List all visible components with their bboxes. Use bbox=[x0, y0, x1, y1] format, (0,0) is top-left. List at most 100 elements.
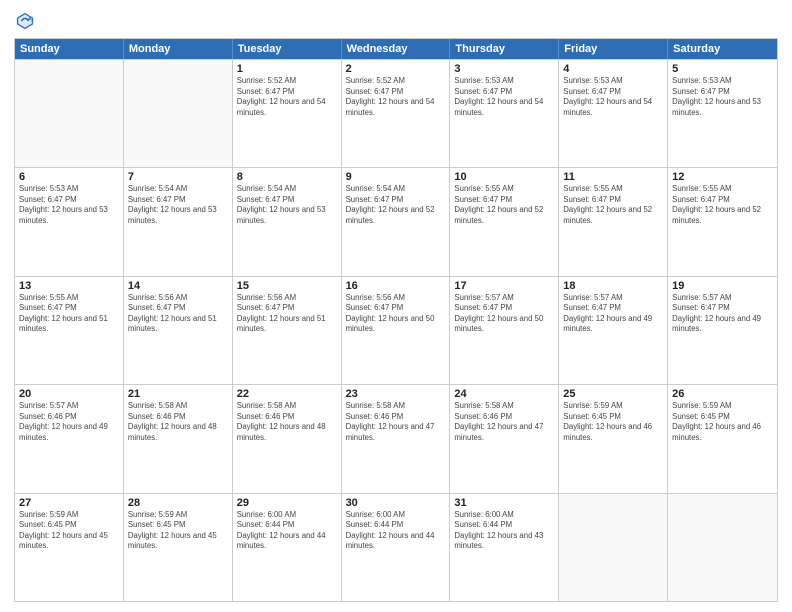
cell-detail: Sunrise: 5:54 AM Sunset: 6:47 PM Dayligh… bbox=[346, 184, 446, 226]
day-number: 26 bbox=[672, 388, 773, 400]
cell-detail: Sunrise: 5:56 AM Sunset: 6:47 PM Dayligh… bbox=[346, 293, 446, 335]
cell-detail: Sunrise: 6:00 AM Sunset: 6:44 PM Dayligh… bbox=[346, 510, 446, 552]
logo-icon bbox=[14, 10, 36, 32]
day-number: 4 bbox=[563, 63, 663, 75]
cell-detail: Sunrise: 5:53 AM Sunset: 6:47 PM Dayligh… bbox=[672, 76, 773, 118]
day-number: 1 bbox=[237, 63, 337, 75]
cell-detail: Sunrise: 5:54 AM Sunset: 6:47 PM Dayligh… bbox=[128, 184, 228, 226]
day-number: 7 bbox=[128, 171, 228, 183]
calendar-day-23: 23Sunrise: 5:58 AM Sunset: 6:46 PM Dayli… bbox=[342, 385, 451, 492]
cell-detail: Sunrise: 5:55 AM Sunset: 6:47 PM Dayligh… bbox=[454, 184, 554, 226]
calendar-day-2: 2Sunrise: 5:52 AM Sunset: 6:47 PM Daylig… bbox=[342, 60, 451, 167]
calendar-day-11: 11Sunrise: 5:55 AM Sunset: 6:47 PM Dayli… bbox=[559, 168, 668, 275]
calendar-day-21: 21Sunrise: 5:58 AM Sunset: 6:46 PM Dayli… bbox=[124, 385, 233, 492]
calendar-day-4: 4Sunrise: 5:53 AM Sunset: 6:47 PM Daylig… bbox=[559, 60, 668, 167]
cell-detail: Sunrise: 6:00 AM Sunset: 6:44 PM Dayligh… bbox=[454, 510, 554, 552]
cell-detail: Sunrise: 5:53 AM Sunset: 6:47 PM Dayligh… bbox=[19, 184, 119, 226]
calendar-day-18: 18Sunrise: 5:57 AM Sunset: 6:47 PM Dayli… bbox=[559, 277, 668, 384]
day-number: 20 bbox=[19, 388, 119, 400]
calendar-day-24: 24Sunrise: 5:58 AM Sunset: 6:46 PM Dayli… bbox=[450, 385, 559, 492]
day-number: 29 bbox=[237, 497, 337, 509]
day-number: 21 bbox=[128, 388, 228, 400]
header-day-friday: Friday bbox=[559, 39, 668, 59]
calendar-week-4: 20Sunrise: 5:57 AM Sunset: 6:46 PM Dayli… bbox=[15, 384, 777, 492]
cell-detail: Sunrise: 5:59 AM Sunset: 6:45 PM Dayligh… bbox=[128, 510, 228, 552]
day-number: 16 bbox=[346, 280, 446, 292]
calendar-day-12: 12Sunrise: 5:55 AM Sunset: 6:47 PM Dayli… bbox=[668, 168, 777, 275]
calendar-week-2: 6Sunrise: 5:53 AM Sunset: 6:47 PM Daylig… bbox=[15, 167, 777, 275]
cell-detail: Sunrise: 5:58 AM Sunset: 6:46 PM Dayligh… bbox=[128, 401, 228, 443]
header-day-sunday: Sunday bbox=[15, 39, 124, 59]
cell-detail: Sunrise: 5:58 AM Sunset: 6:46 PM Dayligh… bbox=[346, 401, 446, 443]
day-number: 3 bbox=[454, 63, 554, 75]
day-number: 19 bbox=[672, 280, 773, 292]
day-number: 12 bbox=[672, 171, 773, 183]
calendar-cell-empty bbox=[124, 60, 233, 167]
calendar-day-25: 25Sunrise: 5:59 AM Sunset: 6:45 PM Dayli… bbox=[559, 385, 668, 492]
cell-detail: Sunrise: 5:52 AM Sunset: 6:47 PM Dayligh… bbox=[346, 76, 446, 118]
cell-detail: Sunrise: 5:56 AM Sunset: 6:47 PM Dayligh… bbox=[128, 293, 228, 335]
cell-detail: Sunrise: 5:57 AM Sunset: 6:47 PM Dayligh… bbox=[563, 293, 663, 335]
calendar-day-15: 15Sunrise: 5:56 AM Sunset: 6:47 PM Dayli… bbox=[233, 277, 342, 384]
calendar-day-3: 3Sunrise: 5:53 AM Sunset: 6:47 PM Daylig… bbox=[450, 60, 559, 167]
cell-detail: Sunrise: 5:57 AM Sunset: 6:46 PM Dayligh… bbox=[19, 401, 119, 443]
day-number: 10 bbox=[454, 171, 554, 183]
calendar-week-1: 1Sunrise: 5:52 AM Sunset: 6:47 PM Daylig… bbox=[15, 59, 777, 167]
day-number: 30 bbox=[346, 497, 446, 509]
calendar-day-7: 7Sunrise: 5:54 AM Sunset: 6:47 PM Daylig… bbox=[124, 168, 233, 275]
calendar-day-1: 1Sunrise: 5:52 AM Sunset: 6:47 PM Daylig… bbox=[233, 60, 342, 167]
cell-detail: Sunrise: 5:58 AM Sunset: 6:46 PM Dayligh… bbox=[237, 401, 337, 443]
calendar-week-3: 13Sunrise: 5:55 AM Sunset: 6:47 PM Dayli… bbox=[15, 276, 777, 384]
day-number: 14 bbox=[128, 280, 228, 292]
calendar-day-28: 28Sunrise: 5:59 AM Sunset: 6:45 PM Dayli… bbox=[124, 494, 233, 601]
cell-detail: Sunrise: 5:59 AM Sunset: 6:45 PM Dayligh… bbox=[563, 401, 663, 443]
cell-detail: Sunrise: 5:52 AM Sunset: 6:47 PM Dayligh… bbox=[237, 76, 337, 118]
calendar-day-22: 22Sunrise: 5:58 AM Sunset: 6:46 PM Dayli… bbox=[233, 385, 342, 492]
day-number: 11 bbox=[563, 171, 663, 183]
page: SundayMondayTuesdayWednesdayThursdayFrid… bbox=[0, 0, 792, 612]
calendar-body: 1Sunrise: 5:52 AM Sunset: 6:47 PM Daylig… bbox=[15, 59, 777, 601]
calendar-day-19: 19Sunrise: 5:57 AM Sunset: 6:47 PM Dayli… bbox=[668, 277, 777, 384]
day-number: 23 bbox=[346, 388, 446, 400]
header-day-monday: Monday bbox=[124, 39, 233, 59]
calendar-day-20: 20Sunrise: 5:57 AM Sunset: 6:46 PM Dayli… bbox=[15, 385, 124, 492]
cell-detail: Sunrise: 5:56 AM Sunset: 6:47 PM Dayligh… bbox=[237, 293, 337, 335]
header-day-wednesday: Wednesday bbox=[342, 39, 451, 59]
cell-detail: Sunrise: 5:59 AM Sunset: 6:45 PM Dayligh… bbox=[19, 510, 119, 552]
day-number: 31 bbox=[454, 497, 554, 509]
calendar-day-6: 6Sunrise: 5:53 AM Sunset: 6:47 PM Daylig… bbox=[15, 168, 124, 275]
calendar-day-17: 17Sunrise: 5:57 AM Sunset: 6:47 PM Dayli… bbox=[450, 277, 559, 384]
cell-detail: Sunrise: 5:53 AM Sunset: 6:47 PM Dayligh… bbox=[454, 76, 554, 118]
calendar-day-10: 10Sunrise: 5:55 AM Sunset: 6:47 PM Dayli… bbox=[450, 168, 559, 275]
day-number: 13 bbox=[19, 280, 119, 292]
day-number: 24 bbox=[454, 388, 554, 400]
cell-detail: Sunrise: 5:54 AM Sunset: 6:47 PM Dayligh… bbox=[237, 184, 337, 226]
day-number: 8 bbox=[237, 171, 337, 183]
header-day-tuesday: Tuesday bbox=[233, 39, 342, 59]
calendar-day-27: 27Sunrise: 5:59 AM Sunset: 6:45 PM Dayli… bbox=[15, 494, 124, 601]
header-day-thursday: Thursday bbox=[450, 39, 559, 59]
calendar-cell-empty bbox=[559, 494, 668, 601]
day-number: 25 bbox=[563, 388, 663, 400]
calendar-day-31: 31Sunrise: 6:00 AM Sunset: 6:44 PM Dayli… bbox=[450, 494, 559, 601]
calendar-day-30: 30Sunrise: 6:00 AM Sunset: 6:44 PM Dayli… bbox=[342, 494, 451, 601]
cell-detail: Sunrise: 5:55 AM Sunset: 6:47 PM Dayligh… bbox=[672, 184, 773, 226]
calendar-day-26: 26Sunrise: 5:59 AM Sunset: 6:45 PM Dayli… bbox=[668, 385, 777, 492]
calendar-day-14: 14Sunrise: 5:56 AM Sunset: 6:47 PM Dayli… bbox=[124, 277, 233, 384]
day-number: 18 bbox=[563, 280, 663, 292]
day-number: 28 bbox=[128, 497, 228, 509]
calendar-day-13: 13Sunrise: 5:55 AM Sunset: 6:47 PM Dayli… bbox=[15, 277, 124, 384]
calendar: SundayMondayTuesdayWednesdayThursdayFrid… bbox=[14, 38, 778, 602]
header bbox=[14, 10, 778, 32]
day-number: 22 bbox=[237, 388, 337, 400]
calendar-day-9: 9Sunrise: 5:54 AM Sunset: 6:47 PM Daylig… bbox=[342, 168, 451, 275]
cell-detail: Sunrise: 5:57 AM Sunset: 6:47 PM Dayligh… bbox=[454, 293, 554, 335]
day-number: 17 bbox=[454, 280, 554, 292]
cell-detail: Sunrise: 5:57 AM Sunset: 6:47 PM Dayligh… bbox=[672, 293, 773, 335]
cell-detail: Sunrise: 6:00 AM Sunset: 6:44 PM Dayligh… bbox=[237, 510, 337, 552]
cell-detail: Sunrise: 5:59 AM Sunset: 6:45 PM Dayligh… bbox=[672, 401, 773, 443]
calendar-day-16: 16Sunrise: 5:56 AM Sunset: 6:47 PM Dayli… bbox=[342, 277, 451, 384]
calendar-week-5: 27Sunrise: 5:59 AM Sunset: 6:45 PM Dayli… bbox=[15, 493, 777, 601]
calendar-cell-empty bbox=[668, 494, 777, 601]
cell-detail: Sunrise: 5:55 AM Sunset: 6:47 PM Dayligh… bbox=[19, 293, 119, 335]
